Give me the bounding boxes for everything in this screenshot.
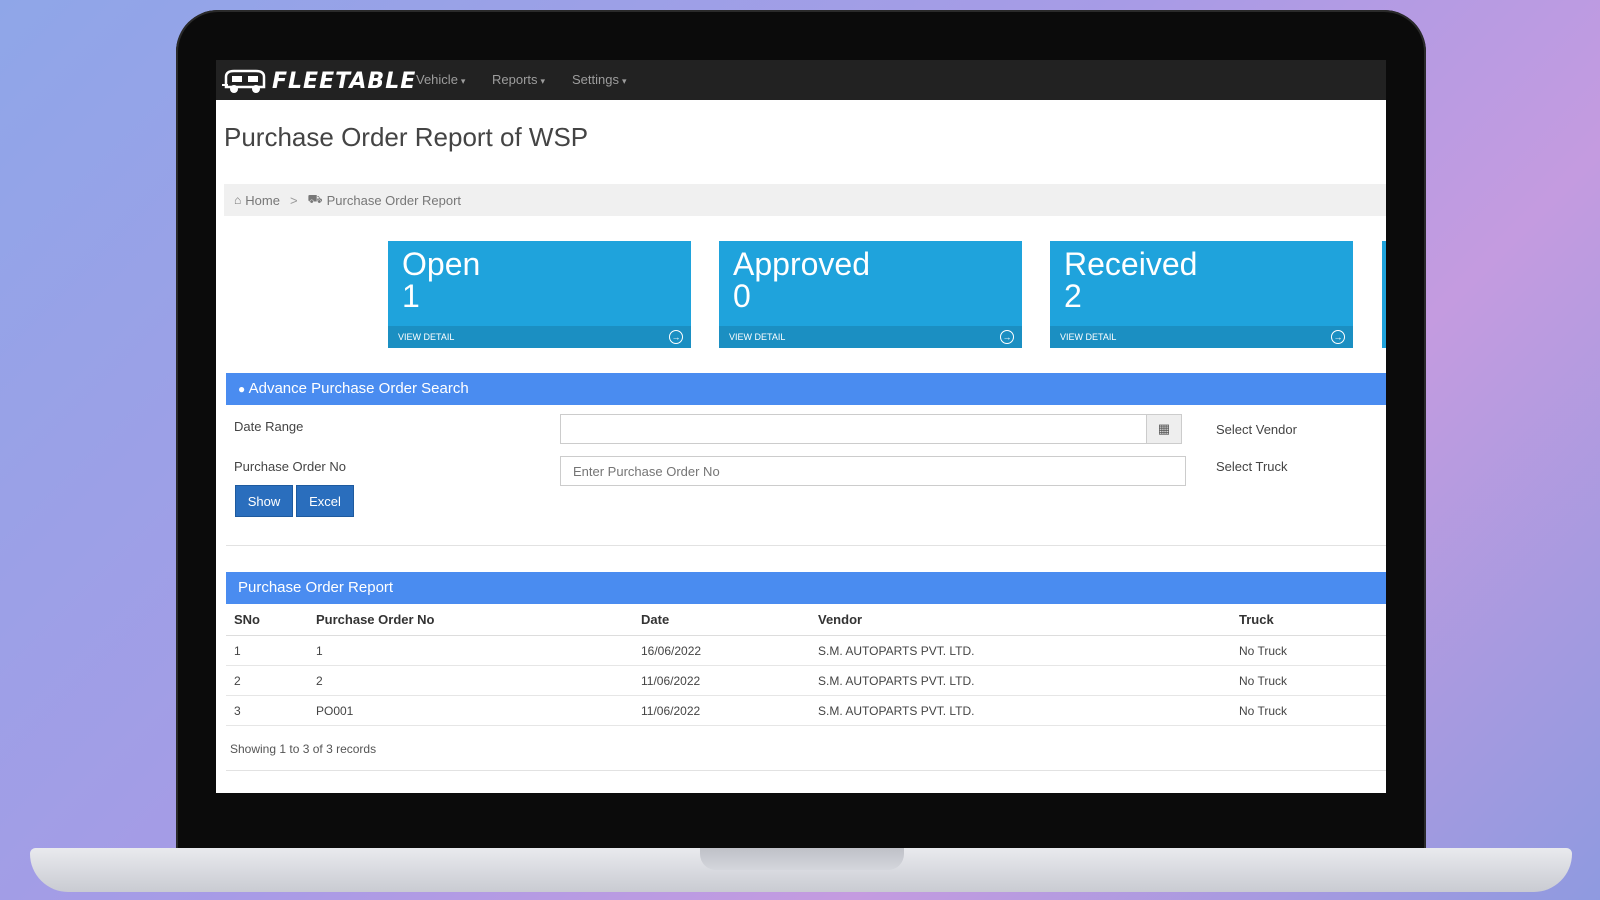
report-panel-title: Purchase Order Report <box>238 579 394 596</box>
stat-label: Approved <box>733 246 870 282</box>
caret-down-icon: ▾ <box>540 76 546 86</box>
cell-date: 16/06/2022 <box>640 635 817 666</box>
stat-card-partial <box>1382 241 1386 348</box>
arrow-circle-right-icon: → <box>669 330 683 344</box>
view-detail-link[interactable]: VIEW DETAIL → <box>1050 326 1353 348</box>
stat-value: 1 <box>402 278 420 314</box>
breadcrumb: ⌂ Home > ⛟ Purchase Order Report <box>224 184 1386 216</box>
report-table: SNo Purchase Order No Date Vendor Truck … <box>226 603 1386 726</box>
stat-card-approved[interactable]: Approved 0 VIEW DETAIL → <box>719 241 1022 348</box>
stat-label: Open <box>402 246 481 282</box>
arrow-circle-right-icon: → <box>1331 330 1345 344</box>
table-row[interactable]: 1 1 16/06/2022 S.M. AUTOPARTS PVT. LTD. … <box>226 635 1386 666</box>
nav-vehicle[interactable]: Vehicle ▾ <box>416 72 465 87</box>
nav-vehicle-label: Vehicle <box>416 72 458 87</box>
cell-vendor: S.M. AUTOPARTS PVT. LTD. <box>817 635 1238 666</box>
cell-sno: 1 <box>226 635 315 666</box>
caret-down-icon: ▾ <box>460 76 466 86</box>
search-panel-header: ● Advance Purchase Order Search <box>226 373 1386 405</box>
col-truck[interactable]: Truck <box>1238 603 1386 636</box>
col-sno[interactable]: SNo <box>226 603 315 636</box>
calendar-button[interactable]: ▦ <box>1146 414 1182 444</box>
po-number-input[interactable] <box>560 456 1186 486</box>
home-icon: ⌂ <box>234 193 242 207</box>
brand-logo[interactable]: FLEETABLE <box>222 66 416 96</box>
nav-reports[interactable]: Reports ▾ <box>492 72 545 87</box>
arrow-circle-right-icon: → <box>1000 330 1014 344</box>
cell-truck: No Truck <box>1238 665 1386 696</box>
cell-truck: No Truck <box>1238 635 1386 666</box>
col-vendor[interactable]: Vendor <box>817 603 1238 636</box>
select-vendor-label: Select Vendor <box>1216 422 1297 437</box>
nav-reports-label: Reports <box>492 72 538 87</box>
col-date[interactable]: Date <box>640 603 817 636</box>
cell-po-no: PO001 <box>315 695 640 726</box>
date-range-input[interactable] <box>560 414 1148 444</box>
caret-down-icon: ▾ <box>621 76 627 86</box>
section-divider <box>226 545 1386 546</box>
view-detail-link[interactable]: VIEW DETAIL → <box>388 326 691 348</box>
view-detail-label: VIEW DETAIL <box>1060 332 1117 342</box>
table-row[interactable]: 2 2 11/06/2022 S.M. AUTOPARTS PVT. LTD. … <box>226 665 1386 696</box>
breadcrumb-separator: > <box>289 192 298 208</box>
nav-settings-label: Settings <box>572 72 619 87</box>
table-header-row: SNo Purchase Order No Date Vendor Truck <box>226 603 1386 636</box>
calendar-icon: ▦ <box>1157 421 1171 436</box>
stat-label: Received <box>1064 246 1198 282</box>
info-icon: ● <box>238 382 246 396</box>
excel-button[interactable]: Excel <box>296 485 354 517</box>
cell-vendor: S.M. AUTOPARTS PVT. LTD. <box>817 665 1238 696</box>
breadcrumb-home[interactable]: Home <box>245 193 280 208</box>
stat-card-open[interactable]: Open 1 VIEW DETAIL → <box>388 241 691 348</box>
select-truck-label: Select Truck <box>1216 459 1288 474</box>
section-divider <box>226 770 1386 771</box>
stat-value: 0 <box>733 278 751 314</box>
cell-vendor: S.M. AUTOPARTS PVT. LTD. <box>817 695 1238 726</box>
records-summary: Showing 1 to 3 of 3 records <box>230 742 377 756</box>
view-detail-link[interactable]: VIEW DETAIL → <box>719 326 1022 348</box>
cell-sno: 3 <box>226 695 315 726</box>
cell-date: 11/06/2022 <box>640 695 817 726</box>
laptop-notch <box>700 848 904 870</box>
stat-card-received[interactable]: Received 2 VIEW DETAIL → <box>1050 241 1353 348</box>
truck-logo-icon <box>222 69 266 93</box>
view-detail-label: VIEW DETAIL <box>729 332 786 342</box>
date-range-label: Date Range <box>234 419 304 434</box>
cell-date: 11/06/2022 <box>640 665 817 696</box>
view-detail-label: VIEW DETAIL <box>398 332 455 342</box>
show-button[interactable]: Show <box>235 485 293 517</box>
brand-name: FLEETABLE <box>272 68 417 94</box>
search-panel-title: Advance Purchase Order Search <box>248 380 469 397</box>
table-row[interactable]: 3 PO001 11/06/2022 S.M. AUTOPARTS PVT. L… <box>226 695 1386 726</box>
cell-sno: 2 <box>226 665 315 696</box>
col-po-no[interactable]: Purchase Order No <box>315 603 640 636</box>
top-navbar: FLEETABLE Vehicle ▾ Reports ▾ Settings ▾ <box>216 60 1386 100</box>
cell-po-no: 2 <box>315 665 640 696</box>
stat-value: 2 <box>1064 278 1082 314</box>
breadcrumb-current: Purchase Order Report <box>326 192 462 208</box>
report-panel-header: Purchase Order Report <box>226 572 1386 604</box>
cell-truck: No Truck <box>1238 695 1386 726</box>
po-number-label: Purchase Order No <box>234 459 346 474</box>
nav-settings[interactable]: Settings ▾ <box>572 72 627 87</box>
cell-po-no: 1 <box>315 635 640 666</box>
truck-icon: ⛟ <box>307 192 323 206</box>
page-title: Purchase Order Report of WSP <box>224 122 589 152</box>
app-screen: FLEETABLE Vehicle ▾ Reports ▾ Settings ▾ Pu… <box>216 60 1386 793</box>
